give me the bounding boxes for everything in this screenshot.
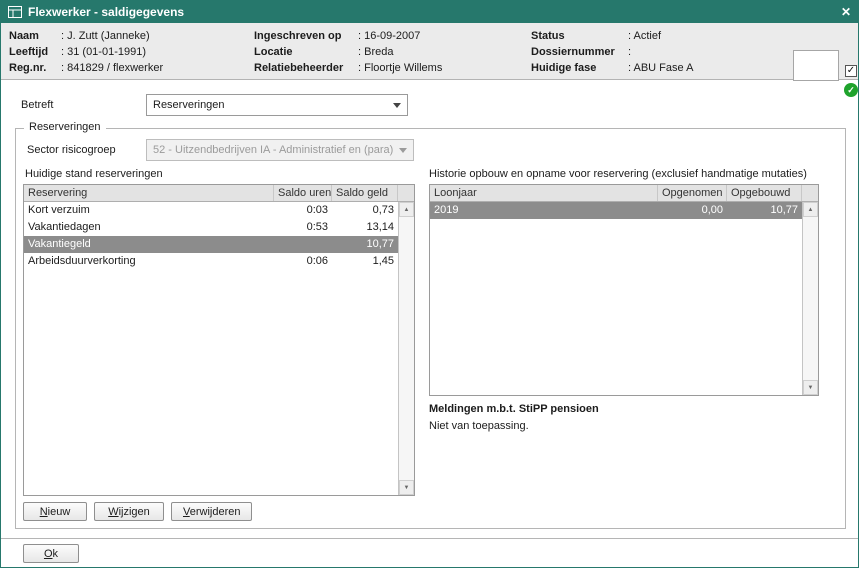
- table-row[interactable]: Arbeidsduurverkorting 0:06 1,45: [24, 253, 414, 270]
- close-icon[interactable]: ✕: [841, 6, 851, 18]
- cell-saldo-uren: 0:06: [274, 253, 332, 270]
- cell-reservering: Kort verzuim: [24, 202, 274, 219]
- cell-saldo-geld: 10,77: [332, 236, 398, 253]
- status-check-icon: ✓: [844, 83, 858, 97]
- chevron-down-icon: [399, 148, 407, 153]
- window-icon: [8, 6, 22, 18]
- cell-saldo-uren: 0:53: [274, 219, 332, 236]
- column-header[interactable]: Opgenomen: [658, 185, 727, 201]
- cell-saldo-uren: 0:03: [274, 202, 332, 219]
- field-value: : Breda: [358, 46, 393, 58]
- chevron-down-icon: [393, 103, 401, 108]
- column-header[interactable]: Saldo uren: [274, 185, 332, 201]
- cell-reservering: Vakantiegeld: [24, 236, 274, 253]
- meldingen-title: Meldingen m.b.t. StiPP pensioen: [429, 403, 599, 415]
- button-label: Verwijderen: [183, 506, 240, 518]
- field-value: : 31 (01-01-1991): [61, 46, 146, 58]
- vertical-scrollbar[interactable]: ▲ ▼: [398, 202, 414, 495]
- betreft-select[interactable]: Reserveringen: [146, 94, 408, 116]
- button-label: Nieuw: [40, 506, 71, 518]
- field-value: :: [628, 46, 631, 58]
- button-label: Ok: [44, 548, 58, 560]
- field-value: : Actief: [628, 30, 661, 42]
- field-value: : ABU Fase A: [628, 62, 693, 74]
- scroll-up-icon[interactable]: ▲: [803, 202, 818, 217]
- scroll-up-icon[interactable]: ▲: [399, 202, 414, 217]
- field-value: : J. Zutt (Janneke): [61, 30, 150, 42]
- cell-saldo-uren: [274, 236, 332, 253]
- table-row-selected[interactable]: 2019 0,00 10,77: [430, 202, 802, 219]
- cell-saldo-geld: 13,14: [332, 219, 398, 236]
- meldingen-text: Niet van toepassing.: [429, 420, 529, 432]
- history-table-caption: Historie opbouw en opname voor reserveri…: [429, 168, 807, 180]
- cell-opgenomen: 0,00: [658, 202, 727, 219]
- current-reservations-table: Reservering Saldo uren Saldo geld Kort v…: [23, 184, 415, 496]
- field-label: Leeftijd: [9, 44, 61, 60]
- betreft-value: Reserveringen: [153, 99, 387, 111]
- field-value: : Floortje Willems: [358, 62, 442, 74]
- field-label: Relatiebeheerder: [254, 60, 358, 76]
- table-row[interactable]: Vakantiedagen 0:53 13,14: [24, 219, 414, 236]
- field-label: Dossiernummer: [531, 44, 628, 60]
- field-label: Reg.nr.: [9, 60, 61, 76]
- button-label: Wijzigen: [108, 506, 150, 518]
- field-value: : 16-09-2007: [358, 30, 420, 42]
- cell-loonjaar: 2019: [430, 202, 658, 219]
- header-col-3: Status: Actief Dossiernummer: Huidige fa…: [531, 28, 693, 76]
- scroll-down-icon[interactable]: ▼: [399, 480, 414, 495]
- cell-saldo-geld: 1,45: [332, 253, 398, 270]
- field-label: Naam: [9, 28, 61, 44]
- column-header[interactable]: Opgebouwd: [727, 185, 802, 201]
- current-table-caption: Huidige stand reserveringen: [25, 168, 163, 180]
- field-value: : 841829 / flexwerker: [61, 62, 163, 74]
- column-header[interactable]: Reservering: [24, 185, 274, 201]
- column-header-spacer: [398, 185, 414, 201]
- field-label: Ingeschreven op: [254, 28, 358, 44]
- verwijderen-button[interactable]: Verwijderen: [171, 502, 252, 521]
- titlebar[interactable]: Flexwerker - saldigegevens ✕: [1, 1, 858, 23]
- header-checkbox[interactable]: ✓: [845, 65, 857, 77]
- column-header-spacer: [802, 185, 818, 201]
- field-label: Status: [531, 28, 628, 44]
- sector-select: 52 - Uitzendbedrijven IA - Administratie…: [146, 139, 414, 161]
- cell-opgebouwd: 10,77: [727, 202, 802, 219]
- table-header-row: Loonjaar Opgenomen Opgebouwd: [430, 185, 818, 202]
- header-panel: Naam: J. Zutt (Janneke) Leeftijd: 31 (01…: [1, 23, 858, 80]
- sector-value: 52 - Uitzendbedrijven IA - Administratie…: [153, 144, 393, 156]
- scroll-down-icon[interactable]: ▼: [803, 380, 818, 395]
- field-label: Locatie: [254, 44, 358, 60]
- groupbox-title: Reserveringen: [24, 121, 106, 133]
- nieuw-button[interactable]: Nieuw: [23, 502, 87, 521]
- window-title: Flexwerker - saldigegevens: [28, 5, 184, 19]
- ok-button[interactable]: Ok: [23, 544, 79, 563]
- cell-reservering: Vakantiedagen: [24, 219, 274, 236]
- header-col-1: Naam: J. Zutt (Janneke) Leeftijd: 31 (01…: [9, 28, 163, 76]
- history-table: Loonjaar Opgenomen Opgebouwd 2019 0,00 1…: [429, 184, 819, 396]
- column-header[interactable]: Loonjaar: [430, 185, 658, 201]
- header-col-2: Ingeschreven op: 16-09-2007 Locatie: Bre…: [254, 28, 442, 76]
- betreft-label: Betreft: [21, 99, 53, 111]
- field-label: Huidige fase: [531, 60, 628, 76]
- cell-reservering: Arbeidsduurverkorting: [24, 253, 274, 270]
- vertical-scrollbar[interactable]: ▲ ▼: [802, 202, 818, 395]
- table-header-row: Reservering Saldo uren Saldo geld: [24, 185, 414, 202]
- dialog-flexwerker-saldigegevens: Flexwerker - saldigegevens ✕ Naam: J. Zu…: [0, 0, 859, 568]
- photo-placeholder: [793, 50, 839, 81]
- bottom-bar: [1, 538, 858, 567]
- column-header[interactable]: Saldo geld: [332, 185, 398, 201]
- wijzigen-button[interactable]: Wijzigen: [94, 502, 164, 521]
- table-row[interactable]: Kort verzuim 0:03 0,73: [24, 202, 414, 219]
- table-row-selected[interactable]: Vakantiegeld 10,77: [24, 236, 400, 253]
- cell-saldo-geld: 0,73: [332, 202, 398, 219]
- sector-label: Sector risicogroep: [27, 144, 116, 156]
